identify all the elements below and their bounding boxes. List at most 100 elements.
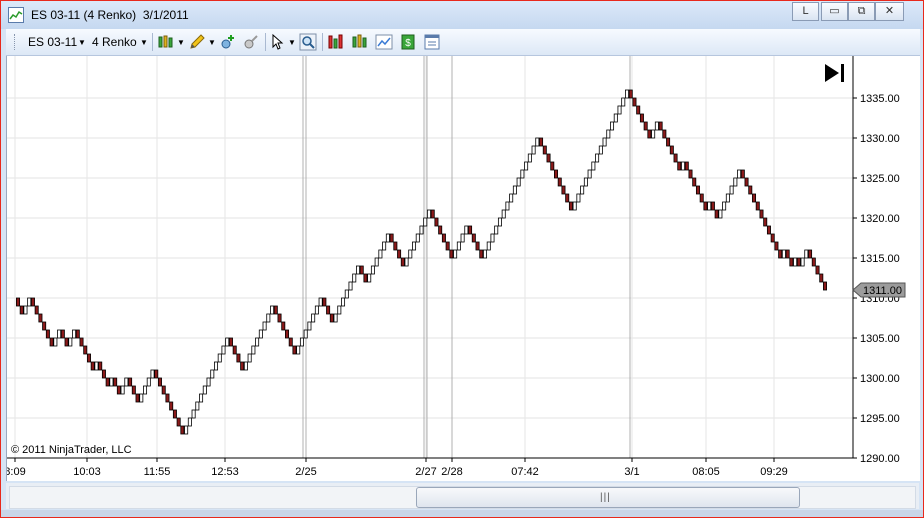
renko-brick-up xyxy=(509,193,514,203)
data-box-icon[interactable]: $ xyxy=(399,33,417,51)
add-indicator-icon[interactable] xyxy=(219,33,237,51)
chart-style-icon[interactable] xyxy=(375,33,393,51)
minimize-button[interactable]: ▭ xyxy=(821,2,848,21)
maximize-button[interactable]: ⧉ xyxy=(848,2,875,21)
renko-brick-up xyxy=(314,305,319,315)
renko-brick-down xyxy=(684,161,689,171)
renko-brick-down xyxy=(699,193,704,203)
renko-brick-up xyxy=(266,313,271,323)
zoom-icon[interactable] xyxy=(299,33,317,51)
renko-brick-down xyxy=(292,345,297,355)
renko-brick-up xyxy=(202,385,207,395)
renko-brick-up xyxy=(146,377,151,387)
renko-brick-down xyxy=(430,209,435,219)
toolbar-divider xyxy=(265,33,266,51)
renko-brick-up xyxy=(572,201,577,211)
strategies-icon[interactable] xyxy=(351,33,369,51)
renko-brick-down xyxy=(116,385,121,395)
horizontal-scrollbar[interactable]: ||| xyxy=(6,483,919,509)
scroll-to-end-icon-bar[interactable] xyxy=(841,64,844,82)
renko-brick-up xyxy=(247,353,252,363)
renko-brick-up xyxy=(206,377,211,387)
renko-brick-down xyxy=(539,137,544,147)
link-button[interactable]: L xyxy=(792,2,819,21)
renko-brick-down xyxy=(105,377,110,387)
renko-brick-down xyxy=(30,297,35,307)
toolbar-grip[interactable] xyxy=(14,34,17,50)
renko-brick-up xyxy=(527,153,532,163)
chevron-down-icon[interactable]: ▼ xyxy=(177,38,185,47)
renko-brick-down xyxy=(169,401,174,411)
renko-brick-up xyxy=(423,217,428,227)
renko-brick-down xyxy=(759,209,764,219)
renko-brick-up xyxy=(217,353,222,363)
properties-icon[interactable] xyxy=(423,33,441,51)
renko-brick-up xyxy=(707,201,712,211)
renko-brick-up xyxy=(516,177,521,187)
renko-brick-down xyxy=(359,265,364,275)
renko-brick-down xyxy=(236,353,241,363)
renko-brick-up xyxy=(307,321,312,331)
renko-brick-down xyxy=(819,273,824,283)
renko-brick-up xyxy=(378,249,383,259)
scroll-thumb[interactable]: ||| xyxy=(416,487,800,508)
copyright-text: © 2011 NinjaTrader, LLC xyxy=(11,444,132,456)
renko-brick-up xyxy=(408,249,413,259)
renko-brick-down xyxy=(180,425,185,435)
renko-brick-down xyxy=(669,145,674,155)
period-selector[interactable]: 4 Renko xyxy=(92,35,137,49)
renko-brick-down xyxy=(16,297,20,307)
renko-brick-up xyxy=(262,321,267,331)
chevron-down-icon[interactable]: ▼ xyxy=(140,38,148,47)
renko-brick-up xyxy=(426,209,431,219)
renko-brick-down xyxy=(135,393,140,403)
instrument-selector[interactable]: ES 03-11 xyxy=(28,35,77,49)
bar-style-icon[interactable] xyxy=(157,33,175,51)
toolbar-divider xyxy=(322,33,323,51)
chevron-down-icon[interactable]: ▼ xyxy=(78,38,86,47)
renko-brick-up xyxy=(251,345,256,355)
renko-brick-up xyxy=(68,337,73,347)
renko-brick-down xyxy=(774,241,779,251)
renko-chart[interactable]: 1290.001295.001300.001305.001310.001315.… xyxy=(7,56,920,481)
title-bar[interactable]: ES 03-11 (4 Renko) 3/1/2011 L ▭ ⧉ ✕ xyxy=(1,1,923,29)
renko-brick-up xyxy=(214,361,219,371)
renko-brick-up xyxy=(210,369,215,379)
renko-brick-down xyxy=(273,305,278,315)
renko-brick-up xyxy=(610,121,615,131)
renko-brick-up xyxy=(800,257,805,267)
y-tick-label: 1290.00 xyxy=(860,453,900,465)
renko-brick-down xyxy=(766,225,771,235)
cursor-icon[interactable] xyxy=(269,33,287,51)
renko-brick-down xyxy=(471,233,476,243)
renko-brick-down xyxy=(636,105,641,115)
renko-brick-up xyxy=(258,329,263,339)
renko-brick-up xyxy=(191,409,196,419)
indicators-icon[interactable] xyxy=(327,33,345,51)
renko-brick-down xyxy=(695,185,700,195)
renko-brick-down xyxy=(550,161,555,171)
chevron-down-icon[interactable]: ▼ xyxy=(208,38,216,47)
renko-brick-up xyxy=(598,145,603,155)
renko-brick-down xyxy=(161,385,166,395)
renko-brick-up xyxy=(460,233,465,243)
chart-panel[interactable]: 1290.00 1295.00 1300.00 1305.00 1310.00 1315.… xyxy=(6,56,920,481)
renko-brick-down xyxy=(438,225,443,235)
renko-brick-down xyxy=(285,329,289,339)
plot-area[interactable] xyxy=(7,56,853,458)
x-tick-label: 08:05 xyxy=(692,466,720,478)
chart-window: ES 03-11 (4 Renko) 3/1/2011 L ▭ ⧉ ✕ ES 0… xyxy=(0,0,924,518)
thumb-grip-icon: ||| xyxy=(600,492,611,503)
chevron-down-icon[interactable]: ▼ xyxy=(288,38,296,47)
renko-brick-up xyxy=(415,233,420,243)
renko-brick-up xyxy=(583,177,588,187)
strategy-icon[interactable] xyxy=(242,33,260,51)
renko-brick-up xyxy=(494,225,499,235)
pencil-icon[interactable] xyxy=(188,33,206,51)
close-button[interactable]: ✕ xyxy=(875,2,904,21)
chart-toolbar: ES 03-11 ▼ 4 Renko ▼ ▼ ▼ ▼ $ xyxy=(6,29,920,56)
renko-brick-down xyxy=(755,201,760,211)
renko-brick-up xyxy=(625,89,629,99)
renko-brick-down xyxy=(763,217,768,227)
renko-brick-down xyxy=(90,361,95,371)
